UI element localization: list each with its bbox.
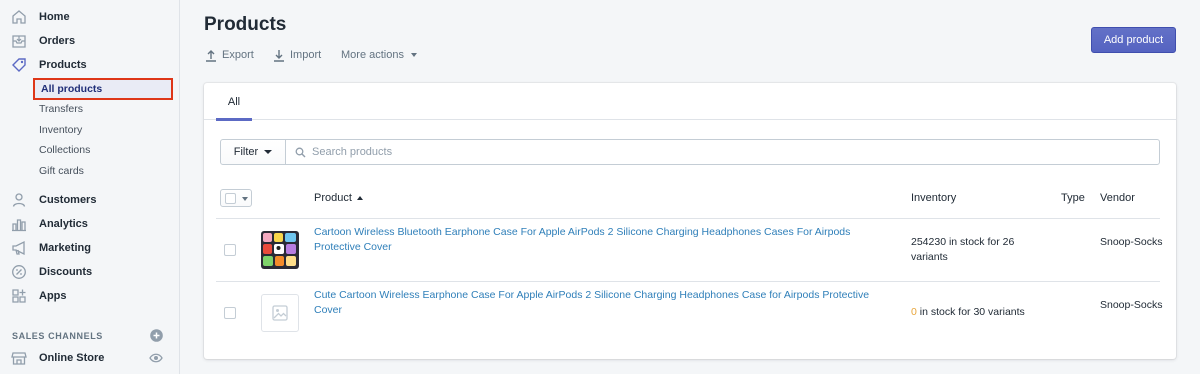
person-icon	[12, 193, 26, 207]
subnav-all-products[interactable]: All products	[33, 78, 173, 100]
nav-products-label: Products	[39, 59, 87, 71]
nav-discounts-label: Discounts	[39, 266, 93, 278]
discount-icon	[12, 265, 26, 279]
subnav-inventory[interactable]: Inventory	[39, 121, 82, 139]
tag-icon	[12, 58, 26, 72]
inventory-count: 254230	[911, 236, 947, 248]
nav-analytics-label: Analytics	[39, 218, 88, 230]
add-sales-channel-icon[interactable]	[150, 329, 163, 342]
row-checkbox[interactable]	[224, 244, 236, 256]
search-field	[285, 139, 1160, 165]
column-header-inventory[interactable]: Inventory	[911, 192, 956, 204]
image-placeholder-icon	[272, 305, 288, 321]
inventory-cell: 254230 in stock for 26 variants	[911, 235, 1051, 265]
nav-home-label: Home	[39, 11, 70, 23]
select-all-checkbox[interactable]	[220, 189, 252, 207]
page-title: Products	[204, 14, 287, 35]
filter-label: Filter	[233, 146, 259, 158]
orders-icon	[12, 35, 26, 48]
vendor-cell: Snoop-Socks	[1100, 236, 1163, 248]
product-thumbnail[interactable]	[261, 294, 299, 332]
nav-apps[interactable]: Apps	[0, 285, 180, 307]
product-title-link[interactable]: Cute Cartoon Wireless Earphone Case For …	[314, 288, 899, 318]
eye-icon[interactable]	[149, 352, 163, 364]
tab-bar: All	[204, 83, 1176, 121]
store-icon	[11, 352, 27, 365]
vendor-cell: Snoop-Socks	[1100, 299, 1163, 311]
row-divider	[216, 281, 1160, 282]
nav-products[interactable]: Products	[0, 54, 180, 76]
product-thumbnail[interactable]	[261, 231, 299, 269]
more-actions-button[interactable]: More actions	[341, 47, 421, 63]
sidebar: Home Orders Products All products Transf…	[0, 0, 180, 374]
export-button[interactable]: Export	[205, 47, 254, 63]
product-image	[261, 231, 299, 269]
sort-ascending-icon	[356, 196, 363, 201]
import-button[interactable]: Import	[273, 47, 321, 63]
more-actions-label: More actions	[341, 49, 404, 61]
checkbox-icon	[225, 193, 236, 204]
apps-icon	[12, 289, 26, 303]
nav-marketing[interactable]: Marketing	[0, 237, 180, 259]
nav-customers-label: Customers	[39, 194, 97, 206]
product-title-link[interactable]: Cartoon Wireless Bluetooth Earphone Case…	[314, 225, 899, 255]
column-header-type[interactable]: Type	[1061, 192, 1085, 204]
sales-channels-heading: SALES CHANNELS	[12, 331, 103, 341]
caret-down-icon	[264, 150, 273, 154]
nav-home[interactable]: Home	[0, 6, 180, 28]
nav-analytics[interactable]: Analytics	[0, 213, 180, 235]
bar-chart-icon	[12, 219, 26, 232]
nav-discounts[interactable]: Discounts	[0, 261, 180, 283]
tab-all[interactable]: All	[216, 83, 252, 121]
subnav-gift-cards[interactable]: Gift cards	[39, 162, 84, 180]
nav-apps-label: Apps	[39, 290, 67, 302]
column-header-product[interactable]: Product	[314, 192, 363, 204]
inventory-text: in stock for 30 variants	[916, 306, 1025, 318]
caret-down-icon	[410, 53, 417, 57]
column-header-vendor[interactable]: Vendor	[1100, 192, 1135, 204]
subnav-collections[interactable]: Collections	[39, 141, 90, 159]
nav-marketing-label: Marketing	[39, 242, 91, 254]
export-label: Export	[222, 49, 254, 61]
filter-button[interactable]: Filter	[220, 139, 286, 165]
column-header-product-label: Product	[314, 192, 352, 204]
nav-customers[interactable]: Customers	[0, 189, 180, 211]
nav-orders-label: Orders	[39, 35, 76, 47]
add-product-button[interactable]: Add product	[1091, 27, 1176, 53]
megaphone-icon	[12, 240, 25, 256]
import-label: Import	[290, 49, 322, 61]
row-divider	[216, 218, 1160, 219]
inventory-cell: 0 in stock for 30 variants	[911, 305, 1051, 320]
export-icon	[206, 49, 216, 62]
import-icon	[274, 49, 284, 62]
search-input[interactable]	[312, 146, 1132, 158]
nav-orders[interactable]: Orders	[0, 30, 180, 52]
search-icon	[295, 147, 306, 157]
caret-down-icon	[242, 197, 248, 201]
subnav-transfers[interactable]: Transfers	[39, 100, 83, 118]
home-icon	[12, 10, 26, 24]
products-card: All Filter Product Inventory Type Vendor…	[204, 83, 1176, 359]
nav-online-store-label: Online Store	[39, 352, 105, 364]
row-checkbox[interactable]	[224, 307, 236, 319]
